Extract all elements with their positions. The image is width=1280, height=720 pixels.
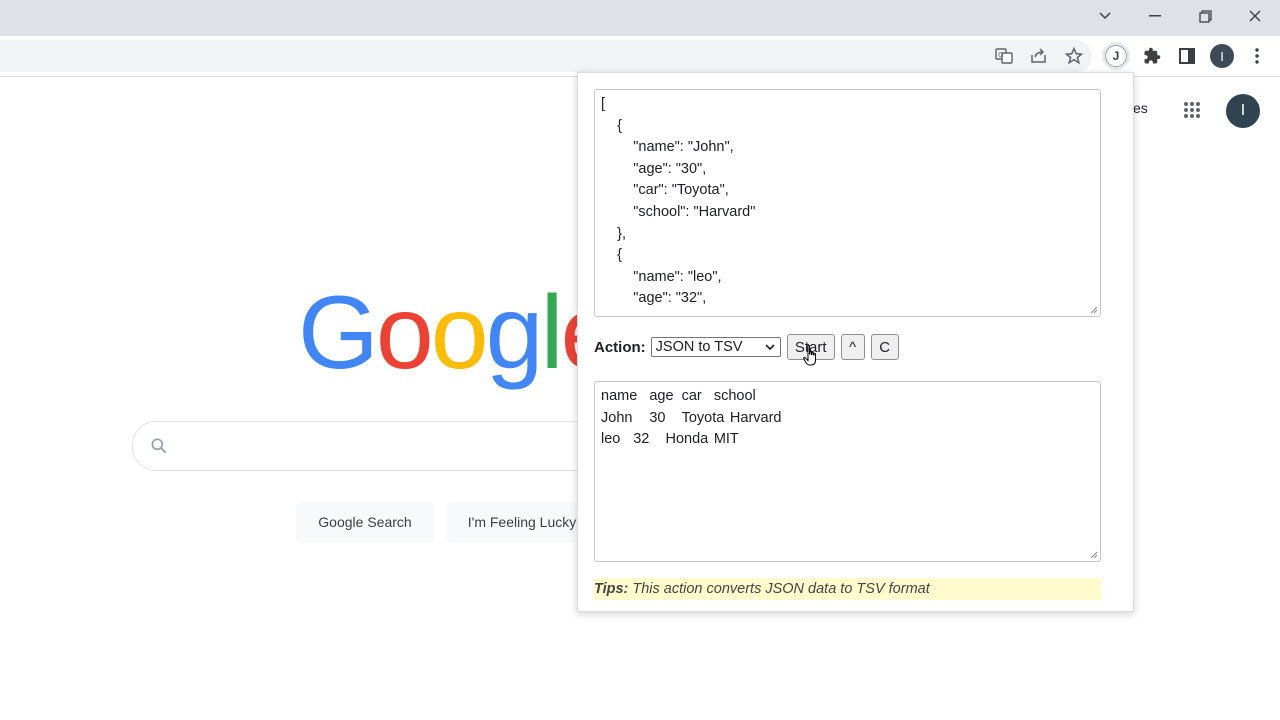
action-row: Action: JSON to TSV Start ^ C — [594, 333, 899, 361]
clear-button[interactable]: C — [870, 334, 899, 360]
tsv-output-line: John 30 Toyota Harvard — [601, 409, 782, 426]
images-link[interactable]: es — [1133, 100, 1148, 116]
extension-popup: [ { "name": "John", "age": "30", "car": … — [577, 72, 1134, 612]
resize-handle-icon[interactable] — [1088, 304, 1098, 314]
tsv-output-line: leo 32 Honda MIT — [601, 431, 739, 448]
extension-j-icon[interactable]: J — [1102, 42, 1130, 70]
hand-cursor-icon — [803, 345, 816, 366]
chevron-down-icon[interactable] — [1082, 0, 1128, 32]
tsv-output-textarea[interactable]: name age car school John 30 Toyota Harvar… — [594, 381, 1101, 562]
address-bar[interactable] — [0, 40, 1092, 72]
tsv-output-line: name age car school — [601, 388, 756, 404]
extension-badge: J — [1105, 45, 1127, 67]
json-input-line: [ — [601, 96, 606, 112]
up-button[interactable]: ^ — [840, 334, 865, 360]
browser-titlebar — [0, 0, 1280, 36]
star-icon[interactable] — [1060, 42, 1088, 70]
more-icon[interactable] — [1243, 42, 1271, 70]
google-search-button[interactable]: Google Search — [296, 502, 434, 542]
svg-text:Google: Google — [298, 280, 588, 390]
json-input-line: { — [601, 247, 622, 264]
apps-grid-icon[interactable] — [1176, 94, 1208, 126]
action-select[interactable]: JSON to TSV — [650, 337, 781, 357]
json-input-textarea[interactable]: [ { "name": "John", "age": "30", "car": … — [594, 89, 1101, 317]
json-input-line: }, — [601, 225, 626, 242]
tips-bar: Tips: This action converts JSON data to … — [594, 578, 1101, 600]
json-input-line: "age": "32", — [601, 290, 707, 307]
minimize-icon[interactable] — [1132, 0, 1178, 32]
json-input-line: "name": "John", — [601, 139, 734, 156]
json-input-line: { — [601, 117, 622, 134]
tips-label: Tips: — [594, 581, 629, 597]
json-input-line: "name": "leo", — [601, 268, 722, 285]
side-panel-icon[interactable] — [1173, 42, 1201, 70]
json-input-line: "school": "Harvard" — [601, 203, 756, 220]
close-icon[interactable] — [1232, 0, 1278, 32]
search-input[interactable] — [132, 421, 614, 471]
action-select-value: JSON to TSV — [655, 339, 743, 355]
profile-icon[interactable]: I — [1208, 42, 1236, 70]
browser-toolbar: G J I — [0, 36, 1280, 77]
share-icon[interactable] — [1025, 42, 1053, 70]
translate-icon[interactable]: G — [990, 42, 1018, 70]
restore-icon[interactable] — [1182, 0, 1228, 32]
action-label: Action: — [594, 338, 646, 356]
json-input-line: "age": "30", — [601, 160, 707, 177]
feeling-lucky-button[interactable]: I'm Feeling Lucky — [447, 502, 597, 542]
svg-text:G: G — [998, 51, 1003, 59]
puzzle-icon[interactable] — [1138, 42, 1166, 70]
google-logo: Google — [298, 280, 588, 390]
tips-text: This action converts JSON data to TSV fo… — [632, 581, 930, 597]
search-icon — [151, 438, 167, 454]
account-avatar[interactable]: I — [1226, 94, 1260, 128]
resize-handle-icon[interactable] — [1088, 549, 1098, 559]
chevron-down-icon — [765, 344, 775, 351]
json-input-line: "car": "Toyota", — [601, 182, 729, 199]
